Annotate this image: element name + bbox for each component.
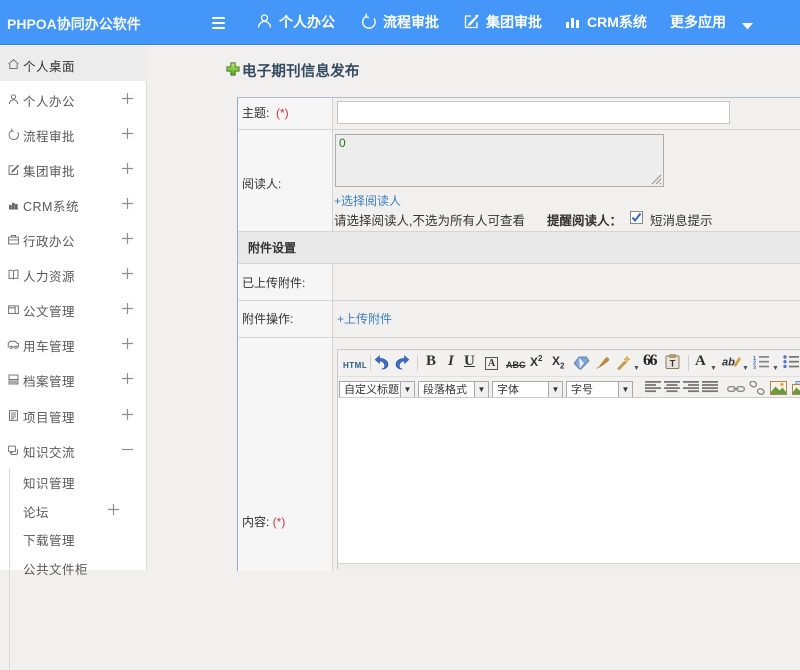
svg-text:ab: ab — [722, 357, 735, 369]
svg-text:3: 3 — [753, 365, 756, 369]
svg-text:T: T — [670, 359, 676, 369]
